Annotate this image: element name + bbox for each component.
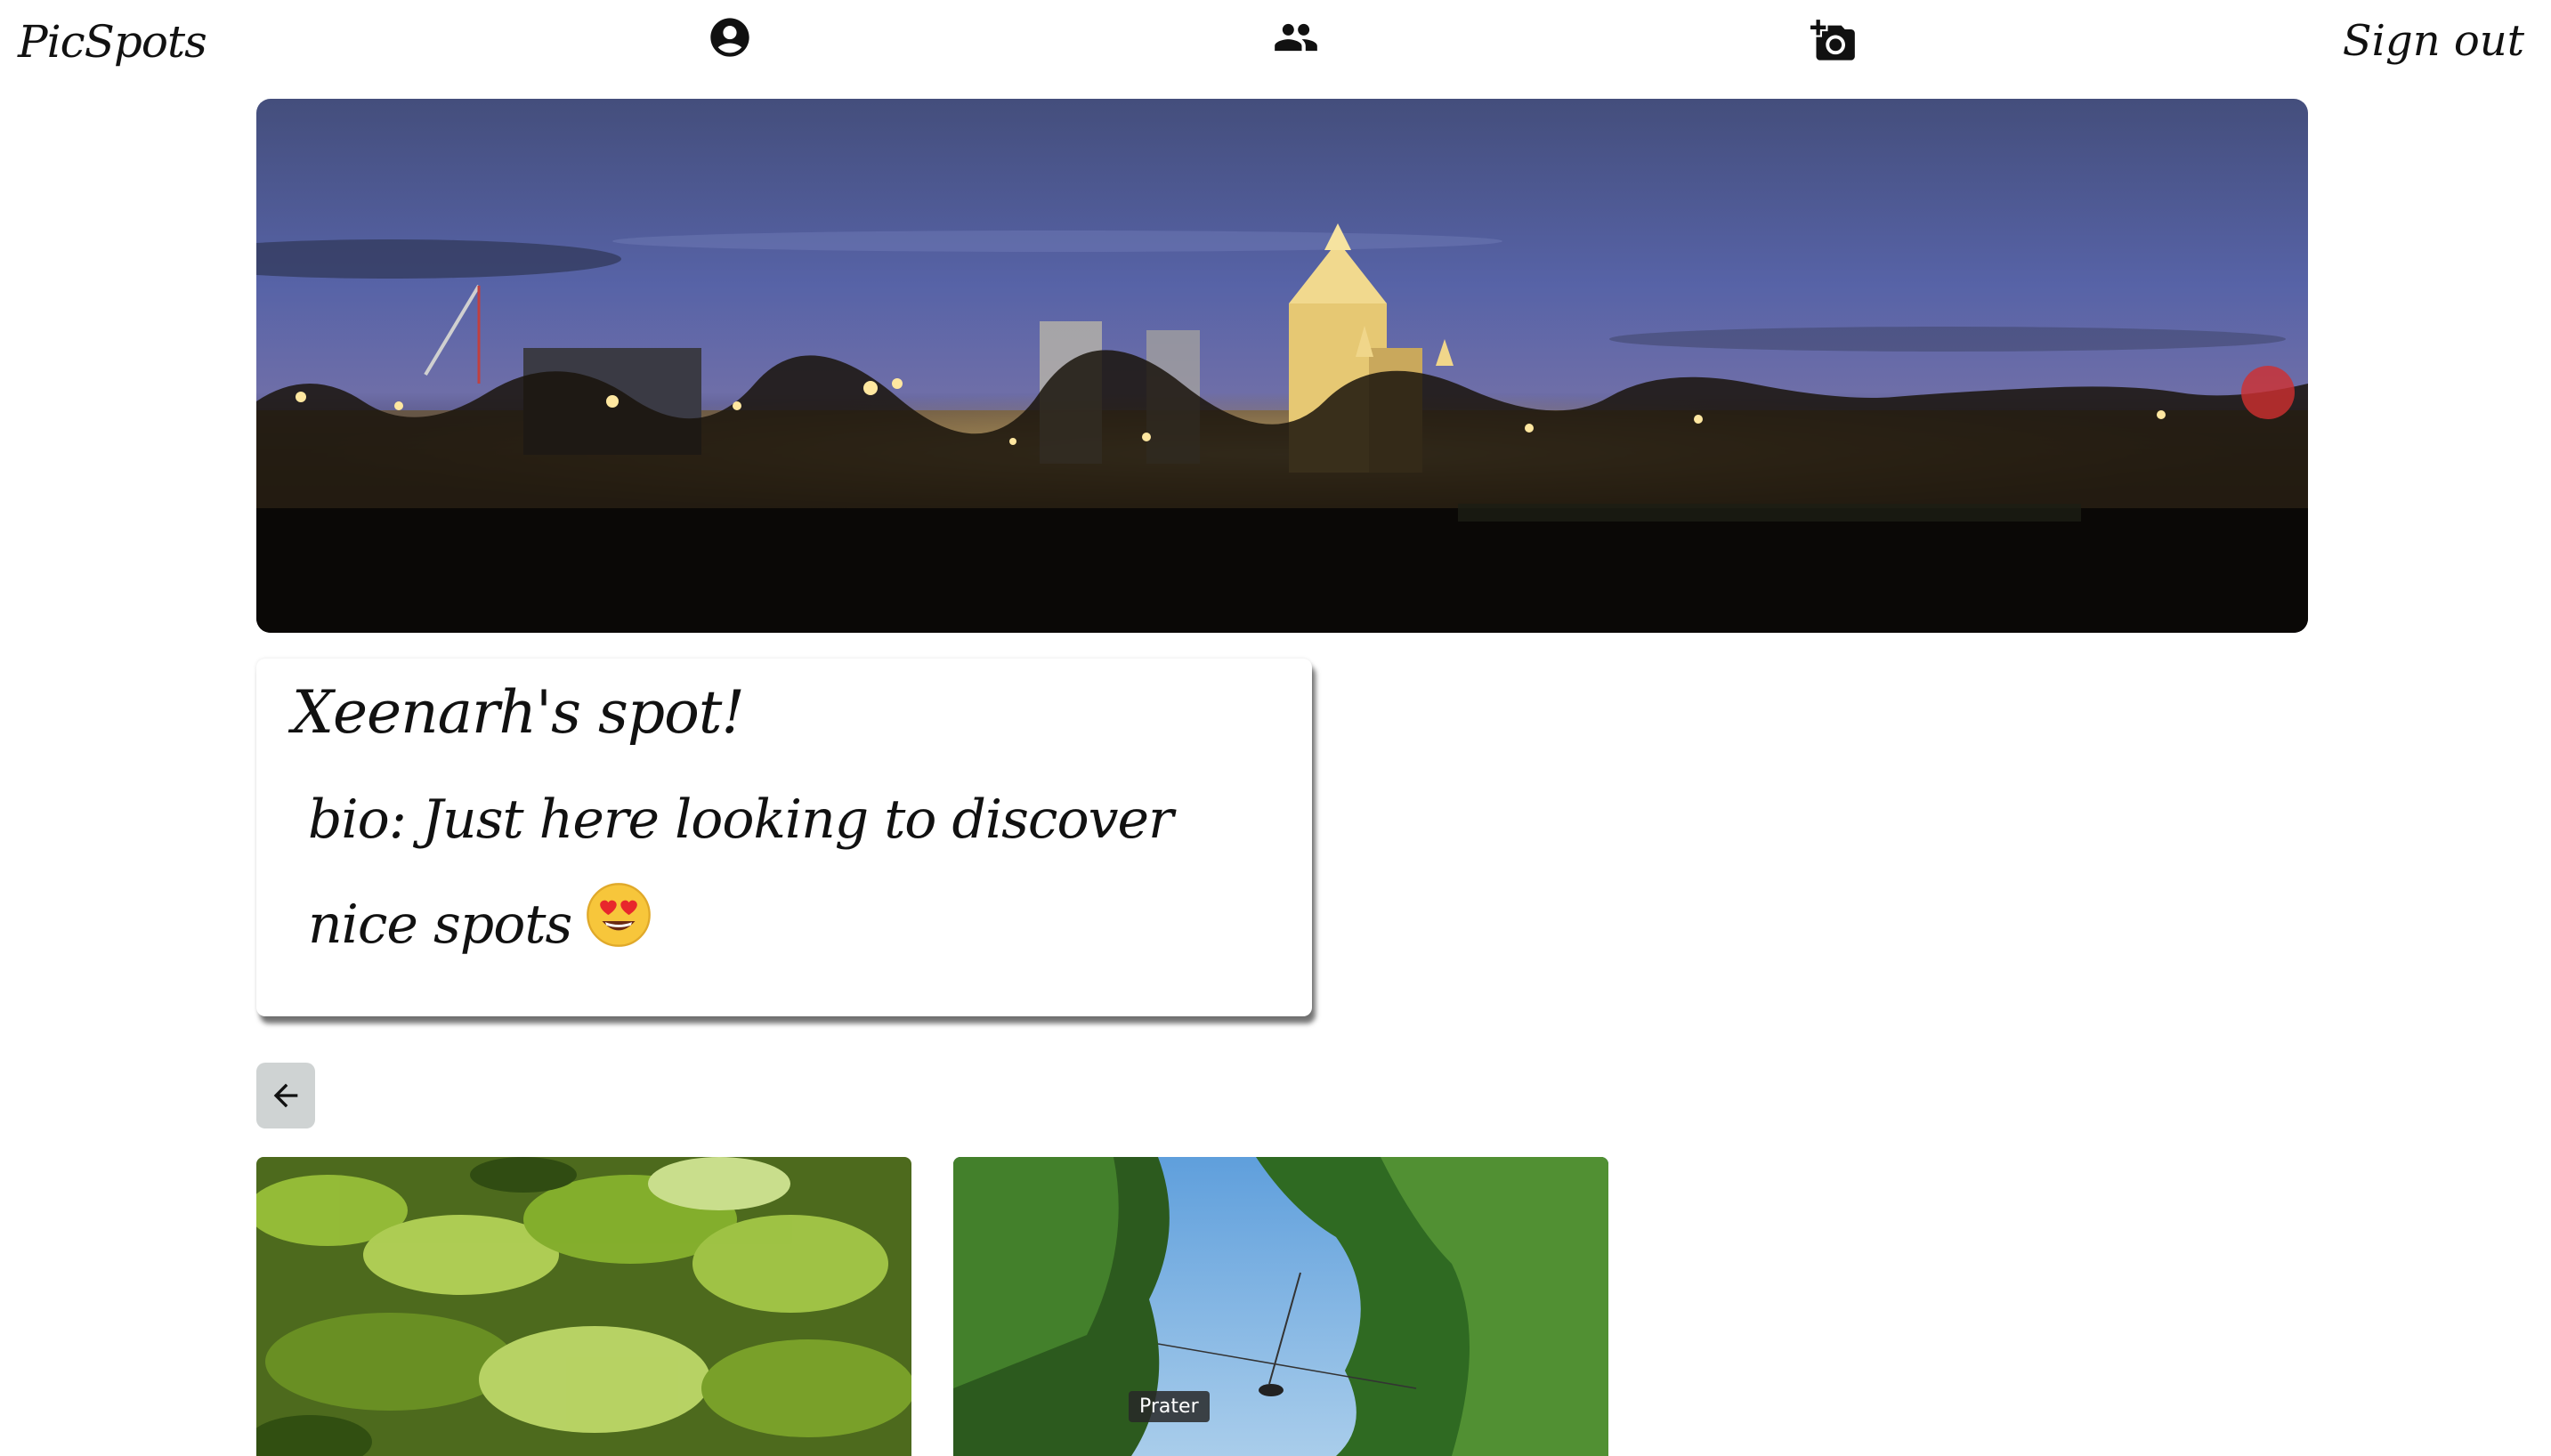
add-photo-icon[interactable] xyxy=(1810,18,1857,64)
sign-out-link[interactable]: Sign out xyxy=(2343,16,2524,66)
profile-bio-text: bio: Just here looking to discover nice … xyxy=(308,789,1174,956)
top-nav: PicSpots Sign out xyxy=(0,0,2551,89)
brand-logo[interactable]: PicSpots xyxy=(18,16,207,68)
account-circle-icon[interactable] xyxy=(707,14,753,61)
profile-bio: bio: Just here looking to discover nice … xyxy=(308,767,1269,977)
profile-card: Xeenarh's spot! bio: Just here looking t… xyxy=(256,659,1312,1016)
arrow-left-icon xyxy=(273,1083,298,1108)
photo-card-prater[interactable] xyxy=(953,1157,1608,1456)
photo-tooltip: Prater xyxy=(1129,1391,1210,1422)
photo-card-leaves[interactable] xyxy=(256,1157,911,1456)
people-icon[interactable] xyxy=(1271,14,1321,61)
heart-eyes-emoji-icon xyxy=(586,878,652,947)
back-button[interactable] xyxy=(256,1063,315,1128)
profile-title: Xeenarh's spot! xyxy=(292,678,745,747)
cover-photo xyxy=(256,99,2308,633)
